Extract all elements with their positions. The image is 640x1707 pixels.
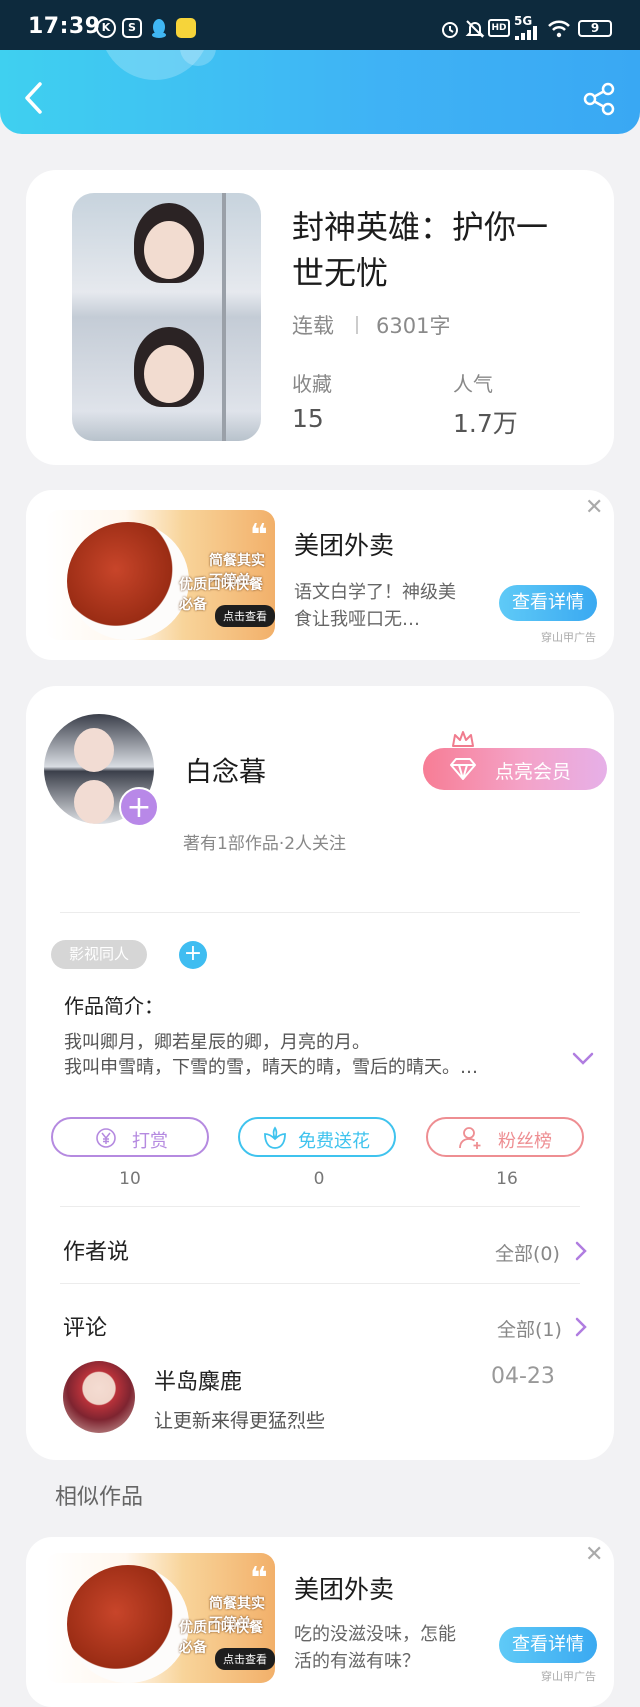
battery-icon: 9 [578,20,612,37]
intro-line: 我叫申雪晴，下雪的雪，晴天的晴，雪后的晴天。… [64,1057,478,1078]
popularity-value: 1.7万 [453,409,518,438]
quote-icon: ❝ [250,518,268,553]
vip-label: 点亮会员 [495,761,572,783]
crown-icon [452,731,474,747]
intro-text: 我叫卿月，卿若星辰的卿，月亮的月。 我叫申雪晴，下雪的雪，晴天的晴，雪后的晴天。… [64,1030,584,1080]
ad-description: 语文白学了！神级美食让我哑口无… [294,582,456,630]
comment-date: 04-23 [491,1364,555,1389]
k-app-icon: K [96,18,116,38]
ad-source: 穿山甲广告 [541,631,596,644]
flower-icon [264,1126,286,1149]
wifi-icon [548,20,570,38]
divider [60,1283,580,1284]
yen-icon [96,1128,116,1148]
fan-rank-button[interactable]: 粉丝榜 [426,1117,584,1157]
ad-detail-button[interactable]: 查看详情 [499,585,597,621]
meta-divider [356,316,358,334]
author-name: 白念暮 [185,757,266,788]
header-bar: 17:39 K S HD 5G 9 [0,0,640,134]
comments-title: 评论 [63,1316,108,1341]
fans-icon [459,1127,481,1149]
share-button[interactable] [582,82,616,116]
quote-icon: ❝ [250,1561,268,1596]
hd-icon: HD [488,19,510,37]
comment-text: 让更新来得更猛烈些 [154,1410,326,1432]
chevron-right-icon[interactable] [574,1240,588,1262]
book-cover[interactable] [72,193,261,441]
follow-plus-icon[interactable]: + [119,787,159,827]
divider [60,912,580,913]
alarm-icon [442,22,458,38]
tip-count: 10 [119,1169,141,1189]
divider [60,1206,580,1207]
mute-icon [465,20,485,38]
add-tag-icon[interactable]: + [179,941,207,969]
ad-image[interactable]: 简餐其实不简单 优质口味快餐必备 点击查看 ❝ [45,1553,275,1683]
comments-all[interactable]: 全部(1) [497,1315,562,1342]
app-icon [176,18,196,38]
expand-chevron-icon[interactable] [572,1052,594,1066]
ad-source: 穿山甲广告 [541,1670,596,1683]
intro-line: 我叫卿月，卿若星辰的卿，月亮的月。 [64,1032,370,1053]
book-title: 封神英雄：护你一世无忧 [292,208,549,292]
tip-label: 打赏 [132,1131,168,1152]
author-subtitle: 著有1部作品·2人关注 [183,834,347,854]
fan-count: 16 [496,1169,518,1189]
vip-button[interactable]: 点亮会员 [423,748,607,790]
ad-close-icon[interactable]: ✕ [585,1542,603,1567]
intro-label: 作品简介： [64,994,164,1018]
ad-description: 吃的没滋没味，怎能活的有滋有味？ [294,1624,456,1672]
ad-title: 美团外卖 [294,531,395,560]
commenter-avatar[interactable] [63,1361,135,1433]
popularity-label: 人气 [453,372,493,396]
fan-rank-label: 粉丝榜 [498,1131,552,1152]
ad-image[interactable]: 简餐其实不简单 优质口味快餐必备 点击查看 ❝ [45,510,275,640]
similar-works-title: 相似作品 [55,1485,144,1510]
ad-detail-button[interactable]: 查看详情 [499,1627,597,1663]
signal-icon [515,26,537,40]
commenter-name: 半岛麋鹿 [154,1370,243,1395]
chevron-right-icon[interactable] [574,1316,588,1338]
author-says-all[interactable]: 全部(0) [495,1239,560,1266]
diamond-icon [450,758,476,780]
favorites-label: 收藏 [292,372,332,396]
ad-close-icon[interactable]: ✕ [585,495,603,520]
ad-image-button: 点击查看 [215,605,275,627]
ad-image-button: 点击查看 [215,1648,275,1670]
tip-button[interactable]: 打赏 [51,1117,209,1157]
qq-icon [152,19,166,38]
ad-title: 美团外卖 [294,1575,395,1604]
book-word-count: 6301字 [376,314,451,338]
genre-tag[interactable]: 影视同人 [51,940,147,969]
back-button[interactable] [22,80,46,116]
status-time: 17:39 [28,14,101,39]
send-flower-button[interactable]: 免费送花 [238,1117,396,1157]
book-status: 连载 [292,314,334,338]
s-app-icon: S [122,18,142,38]
favorites-value: 15 [292,404,324,433]
status-bar: 17:39 K S HD 5G 9 [0,0,640,50]
flower-count: 0 [313,1169,325,1189]
author-says-title: 作者说 [63,1240,130,1265]
send-flower-label: 免费送花 [298,1131,370,1152]
